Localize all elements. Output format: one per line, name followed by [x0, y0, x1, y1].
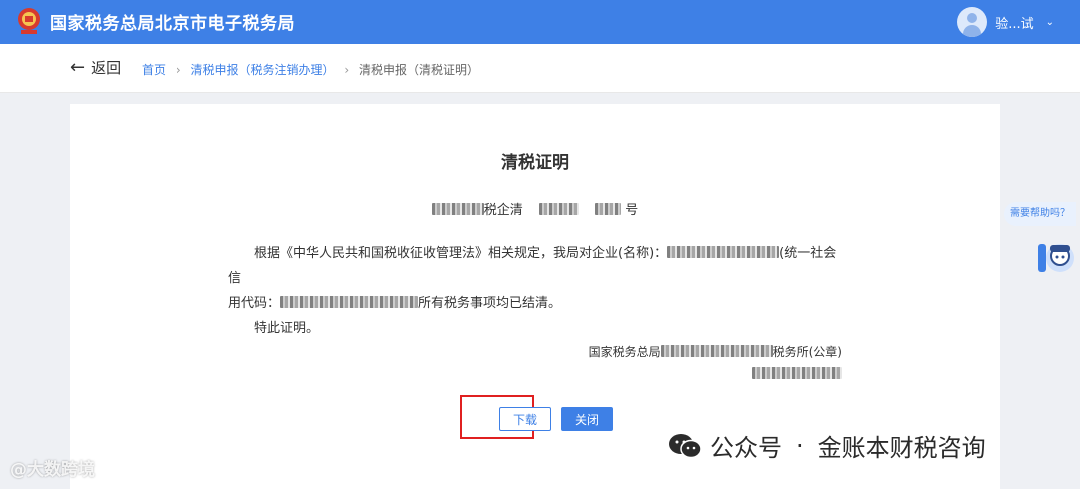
top-header: 国家税务总局北京市电子税务局 验...试 ⌄: [0, 0, 1080, 44]
breadcrumb: 首页 › 清税申报（税务注销办理） › 清税申报（清税证明）: [142, 61, 479, 78]
certificate-body: 根据《中华人民共和国税收征收管理法》相关规定，我局对企业(名称)： (统一社会信 …: [228, 241, 848, 341]
avatar[interactable]: [957, 7, 988, 37]
redacted-date: [752, 367, 842, 379]
redacted-text: [538, 203, 579, 215]
chevron-right-icon: ›: [175, 63, 181, 77]
nav-bar: ← 返回 首页 › 清税申报（税务注销办理） › 清税申报（清税证明）: [0, 44, 1080, 93]
back-label[interactable]: 返回: [91, 57, 121, 78]
breadcrumb-current: 清税申报（清税证明）: [358, 63, 479, 77]
close-button[interactable]: 关闭: [561, 407, 614, 431]
user-name[interactable]: 验...试: [995, 13, 1033, 32]
certificate-paragraph: 根据《中华人民共和国税收征收管理法》相关规定，我局对企业(名称)： (统一社会信: [228, 246, 837, 286]
help-assistant-icon[interactable]: [1034, 232, 1078, 280]
issuing-office: 国家税务总局 税务所(公章): [588, 345, 842, 359]
site-title: 国家税务总局北京市电子税务局: [50, 14, 295, 34]
arrow-left-icon[interactable]: ←: [70, 58, 85, 77]
redacted-text: [595, 203, 622, 215]
breadcrumb-deregistration[interactable]: 清税申报（税务注销办理）: [190, 63, 334, 77]
help-tab[interactable]: 需要帮助吗？: [1004, 202, 1076, 226]
back-button[interactable]: ← 返回: [70, 57, 121, 78]
chevron-down-icon[interactable]: ⌄: [1046, 17, 1054, 28]
number-mid: 税企清: [483, 203, 523, 218]
number-suffix: 号: [625, 203, 639, 218]
redacted-company-name: [667, 246, 780, 258]
chevron-right-icon: ›: [344, 63, 350, 77]
certificate-closing: 特此证明。: [254, 321, 320, 336]
issue-date: [589, 363, 842, 385]
download-button[interactable]: 下载: [498, 407, 551, 431]
watermark-right: 公众号 · 金账本财税咨询: [668, 428, 986, 463]
user-menu[interactable]: 验...试 ⌄: [957, 7, 1054, 37]
redacted-credit-code: [280, 296, 419, 308]
certificate-paragraph: 用代码： 所有税务事项均已结清。: [228, 296, 562, 311]
redacted-text: [431, 203, 484, 215]
breadcrumb-home[interactable]: 首页: [142, 63, 166, 77]
certificate-signature: 国家税务总局 税务所(公章): [589, 341, 842, 385]
redacted-office: [660, 345, 773, 357]
certificate-number: 税企清 号: [70, 199, 1000, 218]
tax-emblem-icon: [18, 8, 40, 34]
watermark-left: @大数跨境: [10, 460, 95, 480]
certificate-title: 清税证明: [501, 153, 569, 173]
wechat-icon: [669, 433, 702, 458]
